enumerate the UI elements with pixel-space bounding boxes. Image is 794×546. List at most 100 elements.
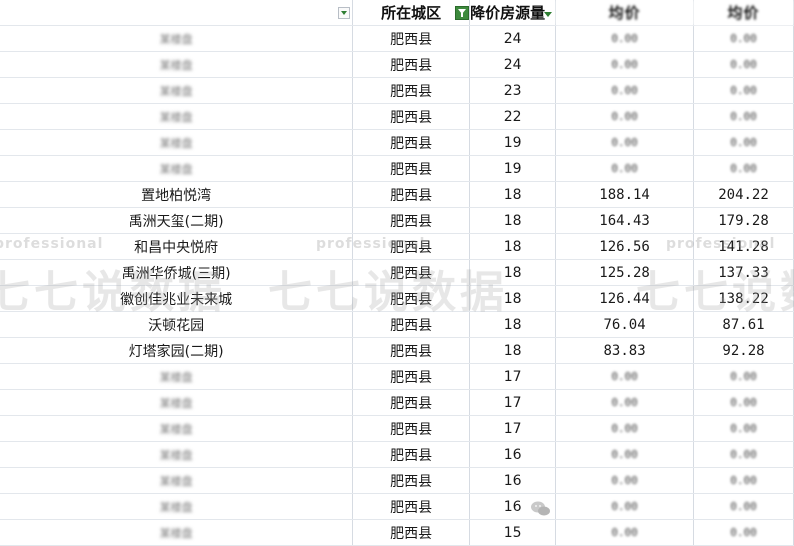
- price-before-cell[interactable]: 0.00: [555, 493, 695, 520]
- district-cell[interactable]: 肥西县: [352, 493, 471, 520]
- district-cell[interactable]: 肥西县: [352, 337, 471, 364]
- count-cell[interactable]: 16: [469, 493, 557, 520]
- table-row[interactable]: 某楼盘 肥西县 19 0.00 0.00: [0, 155, 794, 182]
- price-after-cell[interactable]: 92.28: [693, 337, 794, 364]
- table-row[interactable]: 某楼盘 肥西县 24 0.00 0.00: [0, 25, 794, 52]
- project-name-cell[interactable]: 某楼盘: [0, 51, 354, 78]
- count-cell[interactable]: 18: [469, 259, 557, 286]
- project-name-cell[interactable]: 某楼盘: [0, 25, 354, 52]
- count-cell[interactable]: 17: [469, 363, 557, 390]
- price-after-cell[interactable]: 0.00: [693, 519, 794, 546]
- count-cell[interactable]: 18: [469, 181, 557, 208]
- price-after-cell[interactable]: 0.00: [693, 415, 794, 442]
- table-row[interactable]: 某楼盘 肥西县 17 0.00 0.00: [0, 415, 794, 442]
- project-name-cell[interactable]: 和昌中央悦府: [0, 233, 354, 260]
- count-cell[interactable]: 18: [469, 233, 557, 260]
- price-before-cell[interactable]: 0.00: [555, 155, 695, 182]
- project-name-cell[interactable]: 某楼盘: [0, 441, 354, 468]
- project-name-cell[interactable]: 某楼盘: [0, 77, 354, 104]
- district-cell[interactable]: 肥西县: [352, 363, 471, 390]
- price-after-cell[interactable]: 138.22: [693, 285, 794, 312]
- count-cell[interactable]: 22: [469, 103, 557, 130]
- count-cell[interactable]: 19: [469, 155, 557, 182]
- price-after-cell[interactable]: 0.00: [693, 493, 794, 520]
- table-row[interactable]: 某楼盘 肥西县 16 0.00 0.00: [0, 441, 794, 468]
- price-after-cell[interactable]: 0.00: [693, 51, 794, 78]
- district-cell[interactable]: 肥西县: [352, 311, 471, 338]
- sort-dropdown-icon[interactable]: [543, 9, 553, 19]
- table-row[interactable]: 某楼盘 肥西县 16 0.00 0.00: [0, 493, 794, 520]
- table-row[interactable]: 某楼盘 肥西县 19 0.00 0.00: [0, 129, 794, 156]
- count-cell[interactable]: 23: [469, 77, 557, 104]
- price-after-cell[interactable]: 0.00: [693, 25, 794, 52]
- price-before-cell[interactable]: 164.43: [555, 207, 695, 234]
- count-cell[interactable]: 24: [469, 25, 557, 52]
- table-row[interactable]: 某楼盘 肥西县 24 0.00 0.00: [0, 51, 794, 78]
- count-cell[interactable]: 15: [469, 519, 557, 546]
- project-name-cell[interactable]: 灯塔家园(二期): [0, 337, 354, 364]
- project-name-cell[interactable]: 置地柏悦湾: [0, 181, 354, 208]
- price-after-cell[interactable]: 204.22: [693, 181, 794, 208]
- table-row[interactable]: 某楼盘 肥西县 16 0.00 0.00: [0, 467, 794, 494]
- count-cell[interactable]: 17: [469, 415, 557, 442]
- price-before-cell[interactable]: 126.56: [555, 233, 695, 260]
- count-cell[interactable]: 24: [469, 51, 557, 78]
- project-name-cell[interactable]: 某楼盘: [0, 389, 354, 416]
- district-cell[interactable]: 肥西县: [352, 389, 471, 416]
- district-cell[interactable]: 肥西县: [352, 77, 471, 104]
- price-before-cell[interactable]: 0.00: [555, 77, 695, 104]
- price-after-cell[interactable]: 0.00: [693, 103, 794, 130]
- count-cell[interactable]: 16: [469, 441, 557, 468]
- price-before-cell[interactable]: 0.00: [555, 51, 695, 78]
- district-cell[interactable]: 肥西县: [352, 103, 471, 130]
- price-after-cell[interactable]: 179.28: [693, 207, 794, 234]
- district-cell[interactable]: 肥西县: [352, 51, 471, 78]
- price-before-cell[interactable]: 0.00: [555, 103, 695, 130]
- table-row[interactable]: 某楼盘 肥西县 17 0.00 0.00: [0, 363, 794, 390]
- district-cell[interactable]: 肥西县: [352, 207, 471, 234]
- count-cell[interactable]: 16: [469, 467, 557, 494]
- table-row[interactable]: 和昌中央悦府 肥西县 18 126.56 141.28: [0, 233, 794, 260]
- table-row[interactable]: 灯塔家园(二期) 肥西县 18 83.83 92.28: [0, 337, 794, 364]
- district-cell[interactable]: 肥西县: [352, 415, 471, 442]
- price-before-cell[interactable]: 83.83: [555, 337, 695, 364]
- price-after-cell[interactable]: 0.00: [693, 363, 794, 390]
- filter-dropdown-icon[interactable]: [338, 7, 351, 19]
- district-cell[interactable]: 肥西县: [352, 519, 471, 546]
- price-before-cell[interactable]: 0.00: [555, 441, 695, 468]
- project-name-cell[interactable]: 某楼盘: [0, 415, 354, 442]
- price-before-cell[interactable]: 0.00: [555, 25, 695, 52]
- price-after-cell[interactable]: 0.00: [693, 389, 794, 416]
- table-row[interactable]: 某楼盘 肥西县 23 0.00 0.00: [0, 77, 794, 104]
- project-name-cell[interactable]: 徽创佳兆业未来城: [0, 285, 354, 312]
- table-row[interactable]: 徽创佳兆业未来城 肥西县 18 126.44 138.22: [0, 285, 794, 312]
- table-row[interactable]: 某楼盘 肥西县 17 0.00 0.00: [0, 389, 794, 416]
- price-after-cell[interactable]: 0.00: [693, 129, 794, 156]
- project-name-cell[interactable]: 某楼盘: [0, 519, 354, 546]
- district-cell[interactable]: 肥西县: [352, 259, 471, 286]
- table-row[interactable]: 沃顿花园 肥西县 18 76.04 87.61: [0, 311, 794, 338]
- price-before-cell[interactable]: 0.00: [555, 467, 695, 494]
- district-cell[interactable]: 肥西县: [352, 129, 471, 156]
- price-before-cell[interactable]: 0.00: [555, 519, 695, 546]
- district-cell[interactable]: 肥西县: [352, 285, 471, 312]
- active-filter-icon[interactable]: [455, 6, 469, 20]
- price-before-cell[interactable]: 0.00: [555, 129, 695, 156]
- district-cell[interactable]: 肥西县: [352, 233, 471, 260]
- price-before-cell[interactable]: 0.00: [555, 389, 695, 416]
- table-row[interactable]: 某楼盘 肥西县 22 0.00 0.00: [0, 103, 794, 130]
- price-before-cell[interactable]: 76.04: [555, 311, 695, 338]
- table-row[interactable]: 禹洲华侨城(三期) 肥西县 18 125.28 137.33: [0, 259, 794, 286]
- project-name-cell[interactable]: 某楼盘: [0, 103, 354, 130]
- district-cell[interactable]: 肥西县: [352, 25, 471, 52]
- project-name-cell[interactable]: 禹洲华侨城(三期): [0, 259, 354, 286]
- count-cell[interactable]: 19: [469, 129, 557, 156]
- project-name-cell[interactable]: 某楼盘: [0, 363, 354, 390]
- price-after-cell[interactable]: 137.33: [693, 259, 794, 286]
- district-cell[interactable]: 肥西县: [352, 181, 471, 208]
- price-after-cell[interactable]: 0.00: [693, 155, 794, 182]
- project-name-cell[interactable]: 沃顿花园: [0, 311, 354, 338]
- price-before-cell[interactable]: 0.00: [555, 415, 695, 442]
- table-row[interactable]: 某楼盘 肥西县 15 0.00 0.00: [0, 519, 794, 546]
- project-name-cell[interactable]: 禹洲天玺(二期): [0, 207, 354, 234]
